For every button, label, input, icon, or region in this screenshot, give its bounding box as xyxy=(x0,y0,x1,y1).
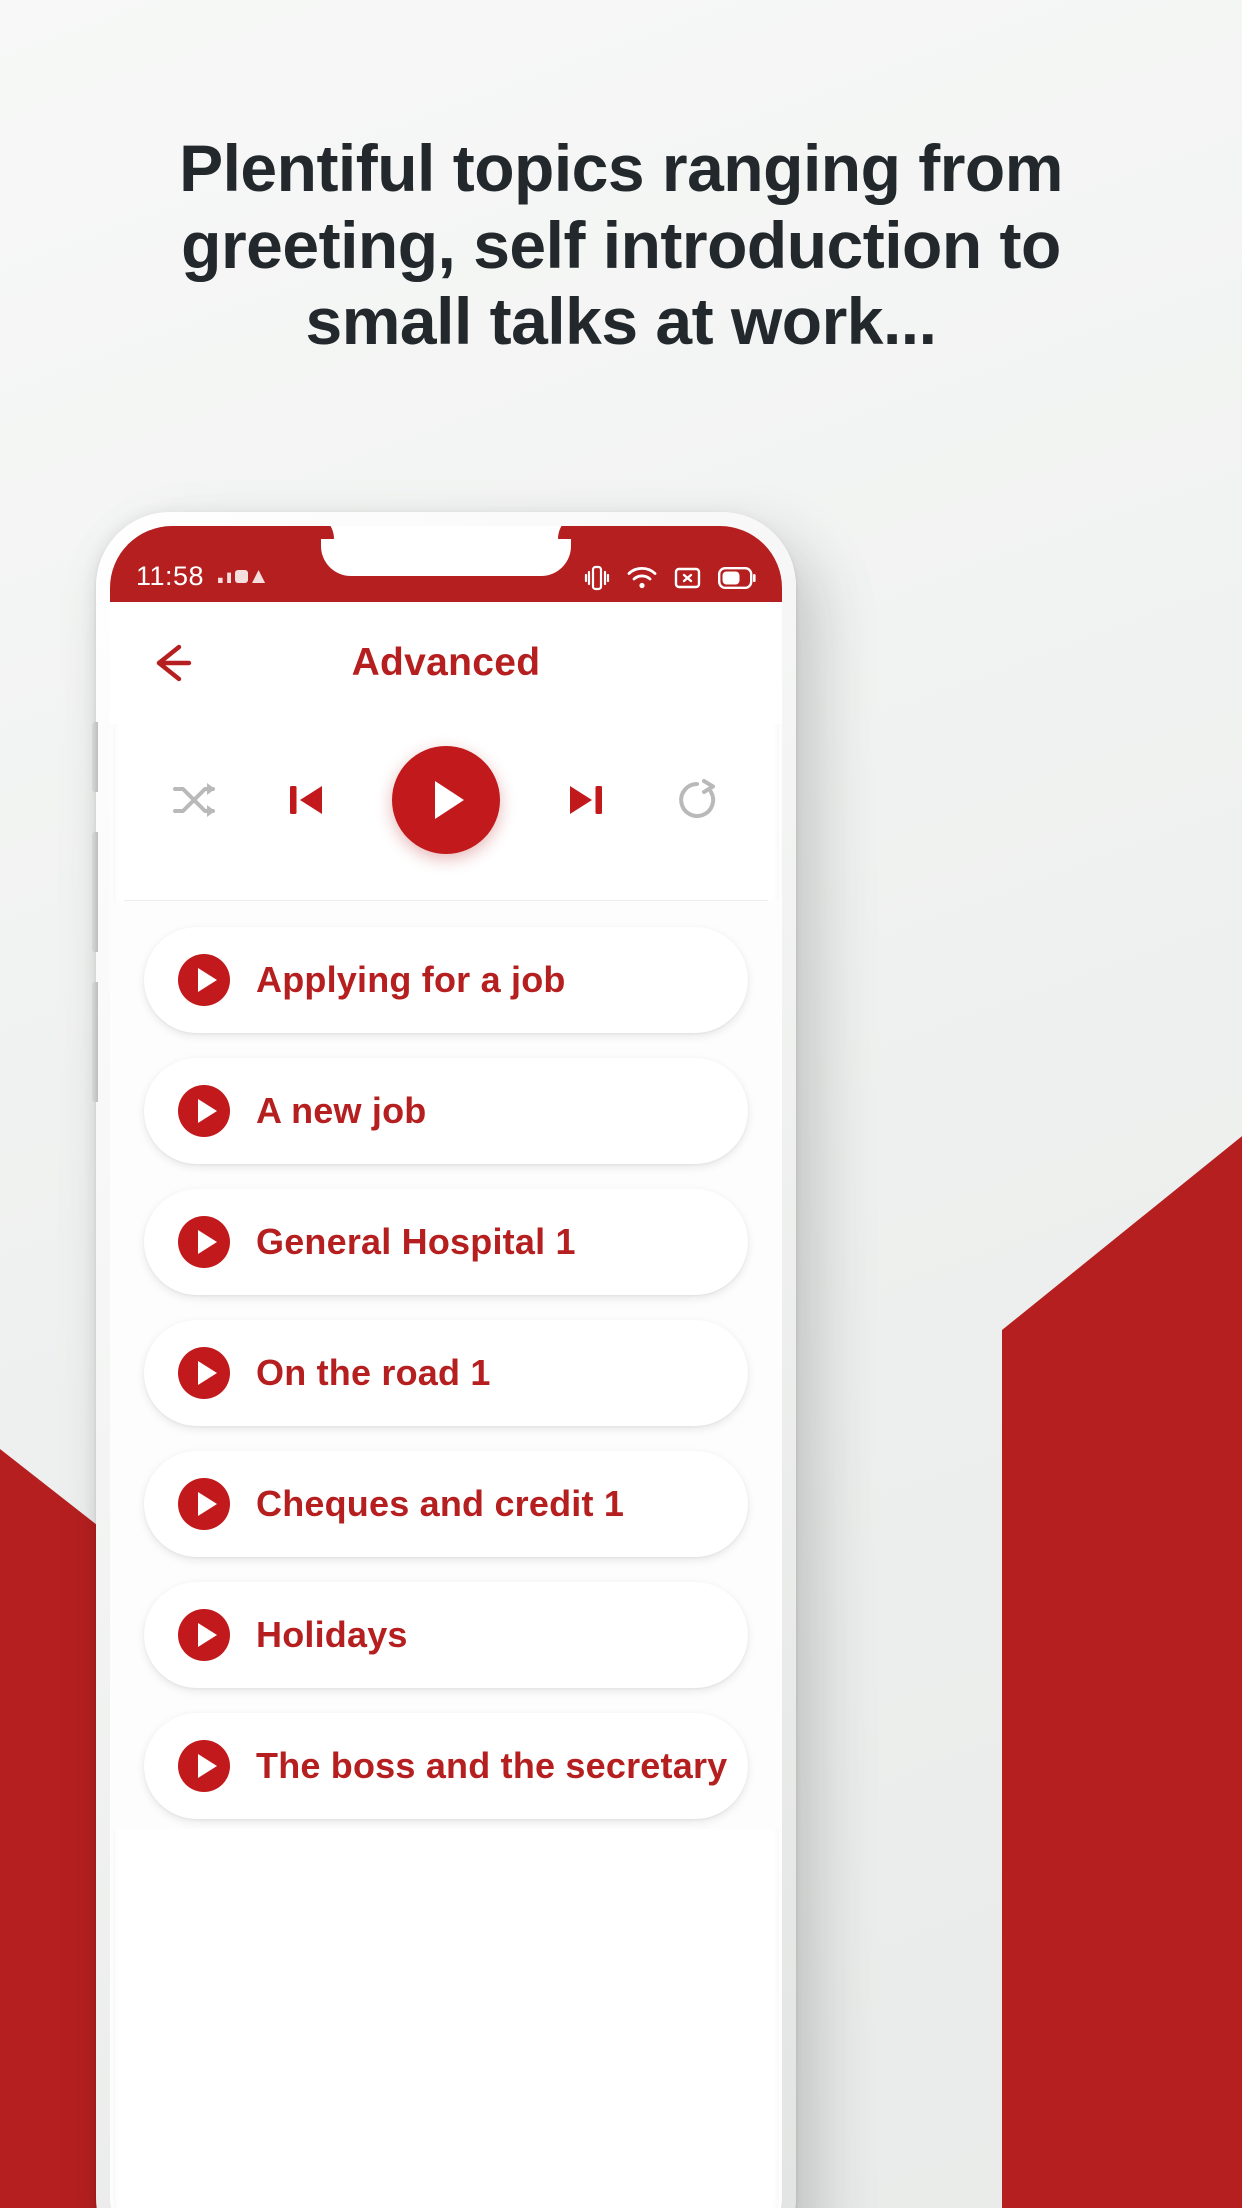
play-circle-icon[interactable] xyxy=(178,1609,230,1661)
signal-bars-icon xyxy=(218,572,232,583)
track-list-item[interactable]: A new job xyxy=(144,1058,748,1164)
track-title: Holidays xyxy=(256,1614,408,1655)
track-list-item[interactable]: Holidays xyxy=(144,1582,748,1688)
no-sim-icon xyxy=(674,566,701,590)
battery-icon xyxy=(718,567,756,589)
repeat-icon[interactable] xyxy=(672,775,722,825)
play-button[interactable] xyxy=(392,746,500,854)
phone-mockup: 11:58 Advanced Applying for a job A new … xyxy=(92,512,796,2208)
track-title: General Hospital 1 xyxy=(256,1221,576,1262)
status-bar: 11:58 xyxy=(110,526,782,602)
track-title: A new job xyxy=(256,1090,427,1131)
skip-previous-icon[interactable] xyxy=(282,776,330,824)
play-circle-icon[interactable] xyxy=(178,1740,230,1792)
player-controls xyxy=(124,724,768,901)
app-header: Advanced xyxy=(110,602,782,724)
wifi-icon xyxy=(627,565,657,591)
app-notification-icon xyxy=(235,570,249,583)
play-circle-icon[interactable] xyxy=(178,954,230,1006)
phone-side-button-mute xyxy=(92,722,98,792)
status-bar-right xyxy=(584,564,756,592)
promo-screenshot: Plentiful topics ranging from greeting, … xyxy=(0,0,1242,2208)
play-icon xyxy=(435,781,464,819)
track-list-item[interactable]: Applying for a job xyxy=(144,927,748,1033)
track-list-item[interactable]: General Hospital 1 xyxy=(144,1189,748,1295)
shuffle-icon[interactable] xyxy=(170,775,220,825)
play-circle-icon[interactable] xyxy=(178,1085,230,1137)
track-list-item[interactable]: On the road 1 xyxy=(144,1320,748,1426)
page-title: Advanced xyxy=(351,641,541,684)
track-title: Cheques and credit 1 xyxy=(256,1483,625,1524)
track-list-item[interactable]: Cheques and credit 1 xyxy=(144,1451,748,1557)
play-circle-icon[interactable] xyxy=(178,1347,230,1399)
arrow-left-icon[interactable] xyxy=(146,637,198,689)
track-title: On the road 1 xyxy=(256,1352,491,1393)
decorative-red-shape-right xyxy=(1002,1120,1242,2208)
phone-screen: 11:58 Advanced Applying for a job A new … xyxy=(110,526,782,2208)
track-title: The boss and the secretary xyxy=(256,1745,728,1786)
phone-side-button-volup xyxy=(92,832,98,952)
track-list: Applying for a job A new job General Hos… xyxy=(110,901,782,1829)
skip-next-icon[interactable] xyxy=(562,776,610,824)
play-circle-icon[interactable] xyxy=(178,1478,230,1530)
status-bar-clock: 11:58 xyxy=(136,561,205,591)
track-title: Applying for a job xyxy=(256,959,566,1000)
promo-headline: Plentiful topics ranging from greeting, … xyxy=(179,131,1063,359)
status-bar-notification-icons xyxy=(218,570,266,583)
track-list-item[interactable]: The boss and the secretary xyxy=(144,1713,748,1819)
vibrate-icon xyxy=(584,564,610,592)
status-bar-left: 11:58 xyxy=(136,561,266,592)
play-circle-icon[interactable] xyxy=(178,1216,230,1268)
phone-notch xyxy=(321,526,571,576)
phone-side-button-voldown xyxy=(92,982,98,1102)
caret-notification-icon xyxy=(252,570,266,583)
